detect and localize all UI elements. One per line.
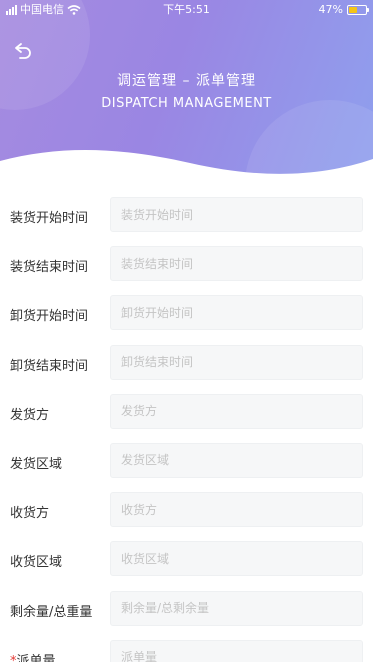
field-label: 发货方 [10, 407, 50, 423]
form-row-load-start: 装货开始时间 [0, 197, 373, 246]
page-subtitle: DISPATCH MANAGEMENT [101, 96, 272, 111]
form-row-shipper: 发货方 [0, 393, 373, 443]
field-label: 装货结束时间 [10, 260, 89, 276]
back-button[interactable] [12, 40, 36, 64]
field-label: 卸货结束时间 [10, 358, 89, 374]
field-label: 收货区域 [10, 555, 63, 571]
form-row-dispatch-qty: *派单量 [0, 639, 373, 662]
receive-region-input[interactable] [110, 541, 363, 577]
ship-region-input[interactable] [110, 442, 363, 478]
battery-percent: 47% [318, 3, 343, 16]
header-wave [0, 150, 373, 182]
form-row-receive-region: 收货区域 [0, 541, 373, 590]
load-end-time-input[interactable] [110, 246, 363, 282]
field-label: 发货区域 [10, 456, 63, 472]
consignee-input[interactable] [110, 492, 363, 528]
battery-icon [347, 5, 369, 15]
field-label: 装货开始时间 [10, 211, 89, 226]
remaining-total-input[interactable] [110, 590, 363, 626]
form-row-remaining-total: 剩余量/总重量 [0, 590, 373, 640]
form-row-load-end: 装货结束时间 [0, 246, 373, 295]
form-row-unload-end: 卸货结束时间 [0, 344, 373, 394]
unload-end-time-input[interactable] [110, 344, 363, 380]
field-label: 卸货开始时间 [10, 309, 89, 325]
field-label: 剩余量/总重量 [10, 604, 93, 620]
status-time: 下午5:51 [163, 3, 210, 16]
shipper-input[interactable] [110, 393, 363, 429]
field-label: 收货方 [10, 506, 50, 522]
form-row-consignee: 收货方 [0, 492, 373, 541]
form-row-unload-start: 卸货开始时间 [0, 295, 373, 344]
back-arrow-icon [15, 43, 31, 59]
form-row-ship-region: 发货区域 [0, 442, 373, 492]
load-start-time-input[interactable] [110, 197, 363, 232]
dispatch-form: 装货开始时间 装货结束时间 卸货开始时间 卸货结束时间 发货方 发货区域 收货方… [0, 197, 373, 662]
field-label: *派单量 [10, 650, 56, 662]
unload-start-time-input[interactable] [110, 295, 363, 331]
page-title: 调运管理 – 派单管理 [117, 73, 256, 89]
status-bar: 中国电信 下午5:51 47% [0, 0, 373, 20]
dispatch-quantity-input[interactable] [110, 639, 363, 662]
header: 中国电信 下午5:51 47% 调运管理 – 派单管理 DISPATCH MAN… [0, 0, 373, 182]
